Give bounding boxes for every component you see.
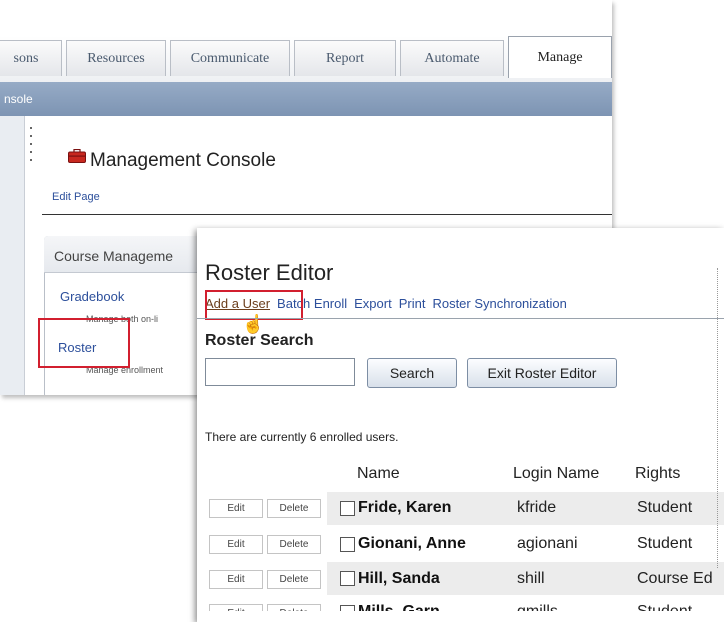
roster-highlight-callout [38,318,130,368]
user-rights: Student [637,499,693,516]
user-login: shill [517,570,545,587]
roster-editor-window: Roster Editor Add a User Batch Enroll Expo… [197,228,724,622]
delete-button[interactable]: Delete [267,535,321,554]
row-checkbox[interactable] [340,537,355,552]
console-bar-label: nsole [4,92,33,106]
column-header-login: Login Name [513,465,600,482]
splitter-dot [30,143,32,145]
column-header-name: Name [357,465,400,482]
user-login: agionani [517,535,578,552]
edit-button[interactable]: Edit [209,535,263,554]
tab-report[interactable]: Report [294,40,396,76]
tab-communicate[interactable]: Communicate [170,40,290,76]
divider [42,214,612,215]
console-title-bar: nsole [0,82,612,116]
roster-search-label: Roster Search [205,332,314,349]
edit-button[interactable]: Edit [209,570,263,589]
left-side-strip [0,116,25,395]
edit-button[interactable]: Edit [209,499,263,518]
page-title: Management Console [90,150,276,171]
roster-editor-title: Roster Editor [205,260,334,285]
divider [197,318,724,319]
tab-resources[interactable]: Resources [66,40,166,76]
export-link[interactable]: Export [354,296,392,311]
roster-sync-link[interactable]: Roster Synchronization [432,296,566,311]
row-checkbox[interactable] [340,571,355,586]
splitter-dot [30,159,32,161]
delete-button[interactable]: Delete [267,570,321,589]
toolbox-icon [68,149,86,163]
user-rights: Course Ed [637,570,713,587]
exit-roster-editor-button[interactable]: Exit Roster Editor [467,358,617,388]
main-tab-bar: sons Resources Communicate Report Automa… [0,36,612,82]
user-name: Hill, Sanda [358,570,440,587]
window-edge [717,268,720,568]
column-header-rights: Rights [635,465,681,482]
print-link[interactable]: Print [399,296,426,311]
splitter-dot [30,127,32,129]
user-name: Fride, Karen [358,499,452,516]
user-rights: Student [637,535,693,552]
edit-page-link[interactable]: Edit Page [52,191,100,203]
splitter-dot [30,135,32,137]
enrolled-count-text: There are currently 6 enrolled users. [205,430,399,444]
user-name: Gionani, Anne [358,535,466,552]
tab-automate[interactable]: Automate [400,40,504,76]
delete-button[interactable]: Delete [267,499,321,518]
row-checkbox[interactable] [340,501,355,516]
roster-search-input[interactable] [205,358,355,386]
splitter-dot [30,151,32,153]
tab-manage[interactable]: Manage [508,36,612,78]
search-button[interactable]: Search [367,358,457,388]
course-management-title: Course Manageme [54,248,174,264]
tab-lessons[interactable]: sons [0,40,62,76]
gradebook-link[interactable]: Gradebook [60,289,124,304]
user-login: kfride [517,499,557,516]
torn-edge [197,611,724,622]
